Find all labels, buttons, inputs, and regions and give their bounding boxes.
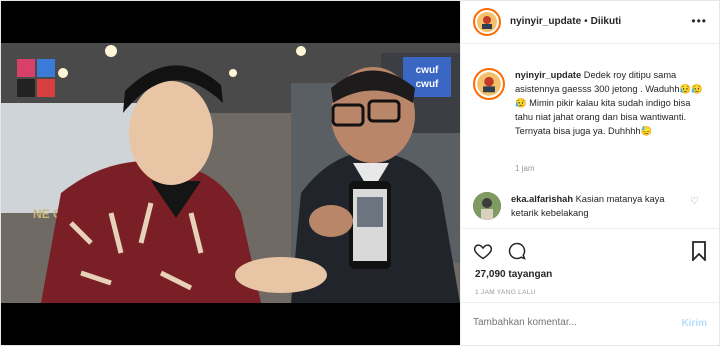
more-horizontal-icon[interactable]: •••: [691, 14, 707, 28]
bookmark-icon[interactable]: [691, 241, 707, 261]
comment-item: eka.alfarishah Kasian matanya kaya ketar…: [473, 192, 713, 220]
follow-status-button[interactable]: Diikuti: [591, 16, 622, 27]
caption-username[interactable]: nyinyir_update: [515, 70, 581, 80]
header-username[interactable]: nyinyir_update: [510, 16, 581, 27]
post-actions: 27,090 tayangan 1 JAM YANG LALU: [461, 228, 720, 300]
svg-text:cwuf: cwuf: [416, 65, 439, 76]
separator-dot: •: [584, 16, 588, 27]
avatar-icon: [477, 11, 497, 32]
caption-time: 1 jam: [515, 164, 535, 173]
like-heart-icon[interactable]: [473, 241, 493, 261]
video-player[interactable]: cwuf cwuf NE G: [1, 1, 460, 345]
video-frame: cwuf cwuf NE G: [1, 43, 460, 303]
caption-text: nyinyir_update Dedek roy ditipu sama asi…: [515, 68, 711, 138]
post-header: nyinyir_update • Diikuti •••: [461, 0, 720, 44]
video-scene: cwuf cwuf NE G: [1, 43, 460, 303]
add-comment-bar: Kirim: [461, 302, 720, 346]
post-side-panel: nyinyir_update • Diikuti ••• nyinyir_upd…: [460, 0, 720, 346]
caption: nyinyir_update Dedek roy ditipu sama asi…: [473, 68, 713, 138]
avatar[interactable]: [473, 7, 501, 36]
comment-input[interactable]: [473, 317, 653, 328]
comment-like-heart-icon[interactable]: ♡: [690, 196, 699, 207]
avatar-icon: [477, 72, 501, 96]
comment-bubble-icon[interactable]: [507, 241, 527, 261]
caption-avatar[interactable]: [473, 68, 505, 100]
svg-text:cwuf: cwuf: [416, 79, 439, 90]
action-icons: [473, 241, 527, 261]
comment-username[interactable]: eka.alfarishah: [511, 194, 573, 204]
comment-avatar[interactable]: [473, 192, 501, 220]
send-comment-button[interactable]: Kirim: [681, 318, 707, 329]
post-timestamp[interactable]: 1 JAM YANG LALU: [475, 289, 536, 296]
view-count[interactable]: 27,090 tayangan: [475, 269, 552, 280]
avatar-icon: [473, 192, 501, 220]
comment-text: eka.alfarishah Kasian matanya kaya ketar…: [511, 192, 691, 220]
